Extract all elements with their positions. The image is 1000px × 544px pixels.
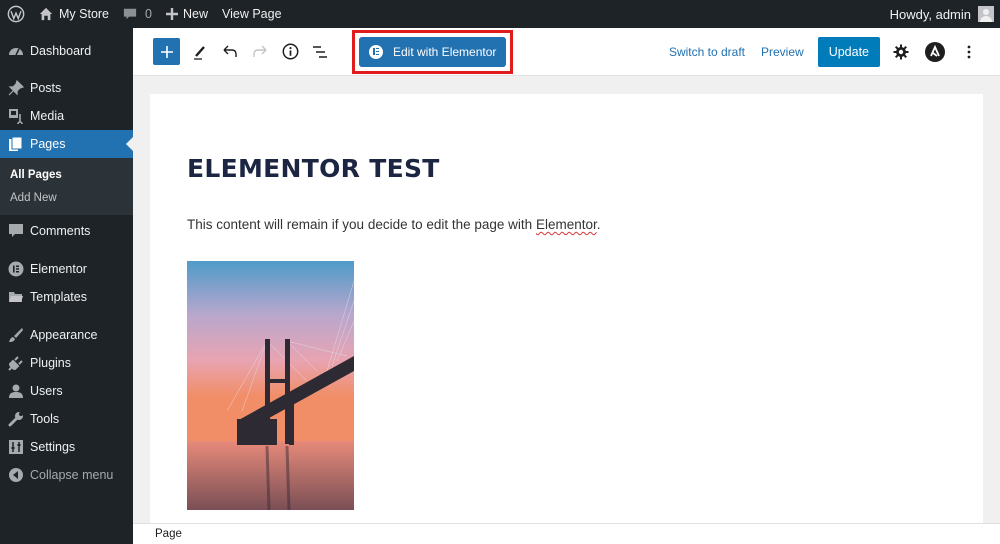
sidebar-item-label: Dashboard: [30, 44, 92, 58]
new-content-link[interactable]: New: [159, 0, 215, 28]
settings-button[interactable]: [884, 37, 918, 67]
paragraph-end: .: [596, 217, 601, 232]
sidebar-item-label: Pages: [30, 137, 66, 151]
page-title[interactable]: ELEMENTOR TEST: [187, 154, 440, 183]
pages-icon: [8, 136, 24, 152]
folder-icon: [8, 289, 24, 305]
sidebar-item-label: Appearance: [30, 328, 98, 342]
sidebar-item-appearance[interactable]: Appearance: [0, 321, 133, 349]
pencil-icon: [194, 45, 205, 60]
sidebar-item-pages[interactable]: Pages: [0, 130, 133, 158]
comment-icon: [123, 8, 137, 20]
more-options-button[interactable]: [952, 37, 986, 67]
astra-logo-icon: [925, 41, 945, 62]
details-button[interactable]: [275, 37, 305, 67]
sidebar-item-label: Settings: [30, 440, 76, 454]
view-page-label: View Page: [221, 7, 282, 21]
gear-icon: [893, 44, 909, 59]
bridge-image: [187, 261, 354, 510]
collapse-icon: [8, 467, 24, 483]
list-view-icon: [313, 45, 327, 58]
sidebar-item-settings[interactable]: Settings: [0, 433, 133, 461]
site-name: My Store: [59, 7, 110, 21]
block-inserter-button[interactable]: [153, 38, 180, 65]
preview-button[interactable]: Preview: [753, 45, 812, 59]
update-button[interactable]: Update: [817, 36, 880, 67]
greeting: Howdy, admin: [889, 6, 971, 22]
brush-icon: [8, 327, 24, 343]
sidebar-item-elementor[interactable]: Elementor: [0, 255, 133, 283]
image-block[interactable]: [187, 261, 354, 510]
paragraph-block[interactable]: This content will remain if you decide t…: [187, 217, 601, 232]
home-icon: [39, 7, 53, 21]
list-view-button[interactable]: [305, 37, 335, 67]
wrench-icon: [8, 411, 24, 427]
highlight-box: Edit with Elementor: [352, 29, 514, 74]
sidebar-item-label: Plugins: [30, 356, 71, 370]
collapse-menu-button[interactable]: Collapse menu: [0, 461, 133, 489]
collapse-menu-label: Collapse menu: [30, 468, 114, 482]
sidebar-item-label: Users: [30, 384, 63, 398]
edit-with-elementor-button[interactable]: Edit with Elementor: [359, 36, 507, 67]
comments-link[interactable]: 0: [116, 0, 159, 28]
sidebar-item-label: Templates: [30, 290, 87, 304]
plus-icon: [160, 45, 173, 58]
editor-toolbar: Edit with Elementor Switch to draft Prev…: [133, 28, 1000, 76]
sidebar-item-label: Media: [30, 109, 65, 123]
editor-canvas: ELEMENTOR TEST This content will remain …: [133, 77, 1000, 529]
sidebar-item-posts[interactable]: Posts: [0, 74, 133, 102]
astra-button[interactable]: [918, 37, 952, 67]
more-vertical-icon: [967, 45, 971, 58]
breadcrumb-page[interactable]: Page: [155, 528, 182, 540]
paragraph-text: This content will remain if you decide t…: [187, 217, 536, 232]
avatar: [978, 6, 994, 22]
sidebar-item-dashboard[interactable]: Dashboard: [0, 37, 133, 65]
dashboard-icon: [8, 43, 24, 59]
comments-count: 0: [145, 7, 152, 21]
media-icon: [8, 108, 24, 124]
sliders-icon: [8, 439, 24, 455]
submenu-add-new[interactable]: Add New: [0, 186, 133, 209]
sidebar-item-comments[interactable]: Comments: [0, 217, 133, 245]
elementor-icon: [8, 261, 24, 277]
sidebar-item-plugins[interactable]: Plugins: [0, 349, 133, 377]
user-icon: [8, 383, 24, 399]
document[interactable]: ELEMENTOR TEST This content will remain …: [150, 94, 983, 529]
submenu-all-pages[interactable]: All Pages: [0, 163, 133, 186]
my-account[interactable]: Howdy, admin: [890, 6, 1000, 22]
site-name-link[interactable]: My Store: [32, 0, 116, 28]
plug-icon: [8, 355, 24, 371]
new-label: New: [182, 7, 208, 21]
sidebar-item-templates[interactable]: Templates: [0, 283, 133, 311]
admin-sidebar: Dashboard Posts Media Pages All Pages Ad…: [0, 28, 133, 544]
undo-button[interactable]: [215, 37, 245, 67]
tools-button[interactable]: [185, 37, 215, 67]
sidebar-item-label: Tools: [30, 412, 60, 426]
view-page-link[interactable]: View Page: [215, 0, 289, 28]
wordpress-logo-button[interactable]: [0, 0, 32, 28]
sidebar-item-tools[interactable]: Tools: [0, 405, 133, 433]
undo-icon: [223, 45, 237, 57]
block-breadcrumb-footer: Page: [133, 523, 1000, 544]
sidebar-item-media[interactable]: Media: [0, 102, 133, 130]
plus-icon: [165, 8, 178, 20]
sidebar-item-label: Posts: [30, 81, 62, 95]
sidebar-item-users[interactable]: Users: [0, 377, 133, 405]
admin-bar: My Store 0 New View Page Howdy, admin: [0, 0, 1000, 28]
pages-submenu: All Pages Add New: [0, 158, 133, 215]
edit-with-elementor-label: Edit with Elementor: [393, 44, 497, 59]
switch-to-draft-button[interactable]: Switch to draft: [661, 45, 753, 59]
sidebar-item-label: Comments: [30, 224, 91, 238]
comment-icon: [8, 223, 24, 239]
pin-icon: [8, 80, 24, 96]
redo-button[interactable]: [245, 37, 275, 67]
sidebar-item-label: Elementor: [30, 262, 87, 276]
spellcheck-word: Elementor: [535, 217, 597, 232]
info-icon: [282, 43, 298, 60]
wordpress-logo-icon: [7, 5, 25, 23]
elementor-logo-icon: [369, 44, 383, 59]
redo-icon: [253, 45, 267, 57]
